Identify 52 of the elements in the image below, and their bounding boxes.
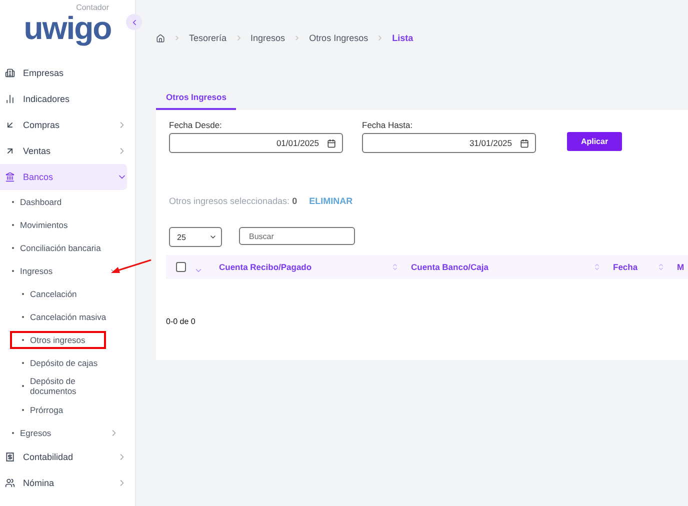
menu-item[interactable]: Depósito de documentos [0,374,135,398]
logo-tagline: Contador [76,3,109,13]
sort-icon [657,263,665,271]
selection-count: Otros ingresos seleccionadas: 0 [169,196,298,206]
menu-icon [5,452,15,462]
arrow-annotation [110,258,152,275]
chevron-down-icon [209,233,217,241]
menu-item[interactable]: Nómina [0,470,127,496]
menu-item[interactable]: Egresos [0,421,135,444]
menu-item[interactable]: Otros ingresos [0,328,135,351]
menu-item[interactable]: Bancos [0,164,127,190]
menu-item[interactable]: Conciliación bancaria [0,236,135,259]
menu-item[interactable]: Movimientos [0,213,135,236]
date-field[interactable]: 01/01/2025 [169,133,343,153]
menu-item[interactable]: Contabilidad [0,444,127,470]
breadcrumb-link[interactable]: Lista [392,33,414,43]
menu-item[interactable]: Depósito de cajas [0,351,135,374]
date-field[interactable]: 31/01/2025 [362,133,536,153]
apply-button[interactable]: Aplicar [567,132,622,151]
menu-item[interactable]: Cancelación masiva [0,305,135,328]
menu-item[interactable]: Cancelación [0,282,135,305]
page-size-select[interactable]: 25 [169,227,222,247]
menu-icon [5,172,15,182]
menu-item[interactable]: Compras [0,112,127,138]
menu-item[interactable]: Prórroga [0,398,135,421]
breadcrumb-link[interactable]: Tesorería [189,33,227,43]
menu-icon [5,68,15,78]
menu-icon [5,478,15,488]
menu-icon [5,94,15,104]
field-label: Fecha Desde: [169,120,223,130]
search-field[interactable]: Buscar [239,227,355,245]
home-icon[interactable] [156,34,165,42]
pagination-text: 0-0 de 0 [166,317,196,326]
chevron-right-icon [173,34,181,42]
column-header[interactable]: Fecha [613,262,675,272]
column-header[interactable]: Cuenta Recibo/Pagado [205,262,409,272]
calendar-icon [327,138,336,148]
menu-item[interactable]: Indicadores [0,86,127,112]
column-header[interactable]: Cuenta Banco/Caja [411,262,611,272]
sort-icon [391,263,399,271]
column-header[interactable]: M [677,262,688,272]
menu-item[interactable]: Empresas [0,60,127,86]
sort-icon [593,263,601,271]
menu-icon [5,146,15,156]
calendar-icon [520,138,529,148]
breadcrumb-link[interactable]: Ingresos [250,33,286,43]
select-all-checkbox[interactable] [176,262,186,272]
field-label: Fecha Hasta: [362,120,414,130]
menu-item[interactable]: Ventas [0,138,127,164]
menu-icon [5,120,15,130]
breadcrumb-link[interactable]: Otros Ingresos [309,33,368,43]
menu-item[interactable]: Dashboard [0,190,135,213]
